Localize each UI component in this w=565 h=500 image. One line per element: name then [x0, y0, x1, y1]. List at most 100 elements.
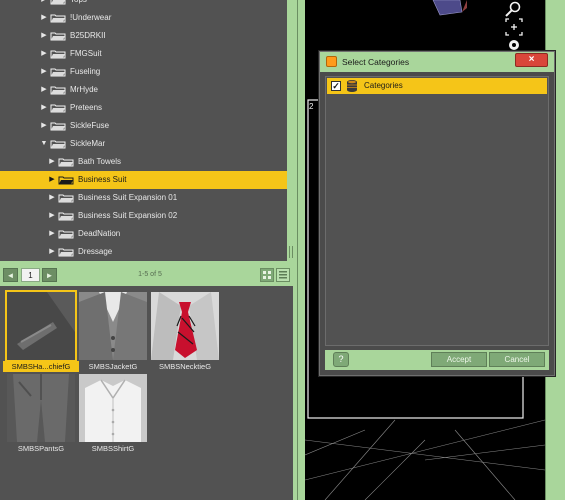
splitter-grip[interactable]	[289, 246, 293, 258]
asset-thumbnail[interactable]: SMBSShirtG	[79, 374, 147, 453]
expand-arrow-icon[interactable]: ▶	[40, 27, 48, 45]
expand-arrow-icon[interactable]: ▶	[48, 243, 56, 261]
tree-item[interactable]: ▶ Fuseling	[0, 63, 287, 81]
next-page-button[interactable]: ►	[42, 268, 57, 282]
tree-item[interactable]: ▶ Bath Towels	[0, 153, 287, 171]
tree-item-label: SickleFuse	[70, 121, 110, 130]
thumbnail-caption: SMBSHa...chiefG	[3, 361, 79, 372]
tree-item-label: Bath Towels	[78, 157, 121, 166]
asset-thumbnail[interactable]: SMBSPantsG	[7, 374, 75, 453]
tree-item[interactable]: ▶ Tops	[0, 0, 287, 9]
folder-icon	[58, 176, 74, 185]
tree-item[interactable]: ▶ Business Suit Expansion 01	[0, 189, 287, 207]
expand-arrow-icon[interactable]: ▶	[48, 171, 56, 189]
category-tree: ▶ Tops ▶ !Underwear ▶ B25DRKII ▶ FMGSuit ▶ Fuseli…	[0, 0, 287, 261]
shirt-preview-image	[79, 374, 147, 442]
tree-item-label: MrHyde	[70, 85, 99, 94]
app-icon	[326, 56, 337, 67]
tree-item[interactable]: ▶ B25DRKII	[0, 27, 287, 45]
expand-arrow-icon[interactable]: ▶	[48, 207, 56, 225]
tree-item-label: Business Suit Expansion 01	[78, 193, 178, 202]
tree-item-label: Business Suit Expansion 02	[78, 211, 178, 220]
thumbnail-caption: SMBSJacketG	[88, 362, 138, 371]
folder-icon	[58, 230, 74, 239]
icon-view-button[interactable]	[260, 268, 274, 282]
select-categories-dialog: Select Categories × ✓ Categories ? Accep…	[319, 51, 555, 376]
folder-icon	[50, 104, 66, 113]
folder-icon	[58, 212, 74, 221]
content-library-pane: ▶ Tops ▶ !Underwear ▶ B25DRKII ▶ FMGSuit ▶ Fuseli…	[0, 0, 297, 500]
category-row[interactable]: ✓ Categories	[327, 78, 547, 94]
pants-preview-image	[7, 374, 75, 442]
expand-arrow-icon[interactable]: ▶	[40, 45, 48, 63]
folder-icon	[50, 86, 66, 95]
pane-splitter[interactable]	[297, 0, 305, 500]
folder-icon	[50, 14, 66, 23]
expand-arrow-icon[interactable]: ▶	[48, 225, 56, 243]
expand-arrow-icon[interactable]: ▶	[40, 117, 48, 135]
orbit-icon[interactable]	[509, 40, 519, 50]
tree-splitter[interactable]	[287, 0, 295, 261]
tree-item[interactable]: ▶ SickleFuse	[0, 117, 287, 135]
expand-arrow-icon[interactable]: ▶	[40, 0, 48, 9]
tree-item-label: SickleMar	[70, 139, 106, 148]
expand-arrow-icon[interactable]: ▶	[48, 189, 56, 207]
dialog-title-bar[interactable]: Select Categories ×	[320, 52, 554, 72]
grid-view-icon	[263, 271, 271, 279]
pager-bar: ◄ 1 ► 1-5 of 5	[0, 266, 293, 284]
svg-text:2: 2	[309, 102, 314, 111]
tree-item[interactable]: ▶ MrHyde	[0, 81, 287, 99]
folder-icon	[50, 122, 66, 131]
category-label: Categories	[364, 81, 403, 90]
zoom-icon[interactable]	[505, 1, 521, 17]
thumbnail-caption: SMBSShirtG	[91, 444, 135, 453]
expand-arrow-icon[interactable]: ▶	[40, 9, 48, 27]
prev-page-button[interactable]: ◄	[3, 268, 18, 282]
expand-arrow-icon[interactable]: ▶	[48, 153, 56, 171]
cancel-button[interactable]: Cancel	[489, 352, 545, 367]
accept-button[interactable]: Accept	[431, 352, 487, 367]
tree-item[interactable]: ▶ !Underwear	[0, 9, 287, 27]
tree-item[interactable]: ▶ Business Suit Expansion 02	[0, 207, 287, 225]
list-view-icon	[279, 271, 287, 279]
tree-item[interactable]: ▶ Business Suit	[0, 171, 287, 189]
category-checkbox[interactable]: ✓	[331, 81, 341, 91]
close-button[interactable]: ×	[515, 53, 548, 67]
collapse-arrow-icon[interactable]: ▼	[40, 135, 48, 153]
list-view-button[interactable]	[276, 268, 290, 282]
tree-item-label: DeadNation	[78, 229, 121, 238]
dialog-title: Select Categories	[342, 57, 410, 67]
folder-icon	[50, 50, 66, 59]
page-number-field[interactable]: 1	[21, 268, 40, 282]
dialog-button-bar: ? Accept Cancel	[325, 350, 549, 370]
tree-item[interactable]: ▼ SickleMar	[0, 135, 287, 153]
tree-item[interactable]: ▶ Preteens	[0, 99, 287, 117]
handkerchief-pocket-preview-image	[5, 290, 77, 362]
tree-item[interactable]: ▶ FMGSuit	[0, 45, 287, 63]
asset-thumbnail[interactable]: SMBSHa...chiefG	[3, 290, 79, 372]
folder-icon	[58, 248, 74, 257]
page-range-label: 1-5 of 5	[138, 271, 162, 278]
tree-item-label: B25DRKII	[70, 31, 106, 40]
expand-arrow-icon[interactable]: ▶	[40, 81, 48, 99]
asset-thumbnails: SMBSHa...chiefG SMBSJacketG SMBSNecktieG SM…	[0, 286, 293, 500]
folder-icon	[58, 194, 74, 203]
necktie-preview-image	[151, 292, 219, 360]
camera-cube-icon[interactable]	[432, 0, 467, 16]
asset-thumbnail[interactable]: SMBSJacketG	[79, 292, 147, 371]
frame-icon[interactable]	[505, 18, 523, 36]
folder-icon	[58, 158, 74, 167]
category-list: ✓ Categories	[325, 76, 549, 346]
jacket-preview-image	[79, 292, 147, 360]
expand-arrow-icon[interactable]: ▶	[40, 99, 48, 117]
tree-item-label: Dressage	[78, 247, 113, 256]
tree-item[interactable]: ▶ Dressage	[0, 243, 287, 261]
tree-item-label: Preteens	[70, 103, 103, 112]
thumbnail-caption: SMBSPantsG	[17, 444, 65, 453]
expand-arrow-icon[interactable]: ▶	[40, 63, 48, 81]
asset-thumbnail[interactable]: SMBSNecktieG	[151, 292, 219, 371]
folder-icon	[50, 32, 66, 41]
tree-item-label: !Underwear	[70, 13, 112, 22]
help-button[interactable]: ?	[333, 352, 349, 367]
tree-item[interactable]: ▶ DeadNation	[0, 225, 287, 243]
